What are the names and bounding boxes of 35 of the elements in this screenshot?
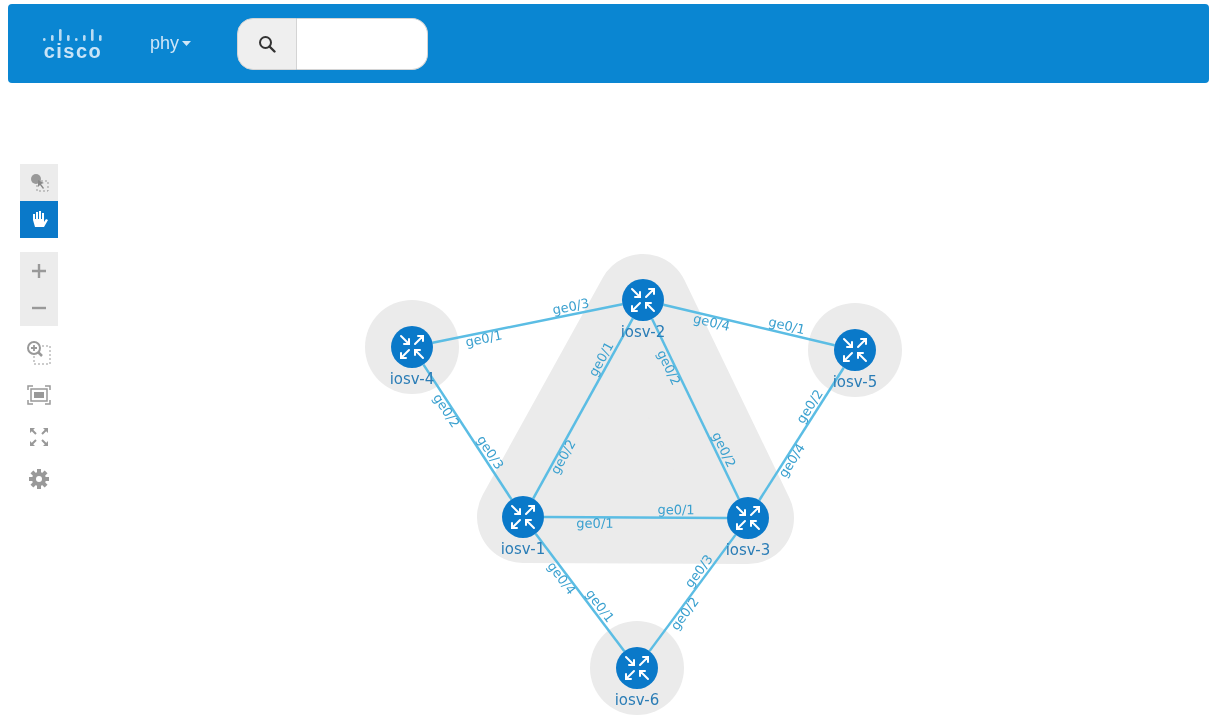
interface-label: ge0/4	[691, 310, 732, 334]
pan-tool-button[interactable]	[20, 201, 58, 238]
magnifier-selection-icon	[26, 340, 52, 366]
view-dropdown[interactable]: phy	[150, 33, 192, 54]
interface-label: ge0/1	[464, 327, 504, 350]
plus-icon	[32, 263, 46, 278]
interface-label: ge0/3	[551, 295, 591, 318]
router-icon[interactable]	[622, 279, 664, 321]
fit-frame-icon	[27, 385, 51, 405]
node-label: iosv-3	[725, 541, 771, 559]
link-line[interactable]	[663, 303, 835, 347]
caret-icon	[182, 41, 192, 46]
zoom-in-button[interactable]	[20, 252, 58, 289]
settings-icon	[28, 468, 50, 490]
router-icon[interactable]	[834, 329, 876, 371]
node-label: iosv-1	[500, 540, 546, 558]
logo-icon	[41, 26, 105, 41]
router-icon[interactable]	[391, 326, 433, 368]
node-label: iosv-6	[614, 691, 660, 709]
node-label: iosv-5	[832, 373, 878, 391]
interface-label: ge0/1	[576, 515, 614, 531]
node-label: iosv-4	[389, 370, 435, 388]
router-icon[interactable]	[616, 647, 658, 689]
select-tool-button[interactable]	[20, 164, 58, 201]
logo-text: cisco	[43, 40, 103, 61]
search-field[interactable]	[297, 17, 429, 70]
expand-arrows-icon	[29, 427, 49, 447]
router-icon[interactable]	[502, 496, 544, 538]
select-pointer-icon	[28, 171, 50, 194]
interface-label: ge0/1	[766, 314, 807, 338]
interface-label: ge0/1	[657, 502, 695, 518]
search-icon	[258, 34, 277, 53]
search-button[interactable]	[237, 17, 298, 70]
router-icon[interactable]	[727, 497, 769, 539]
interface-label: ge0/2	[547, 437, 579, 477]
